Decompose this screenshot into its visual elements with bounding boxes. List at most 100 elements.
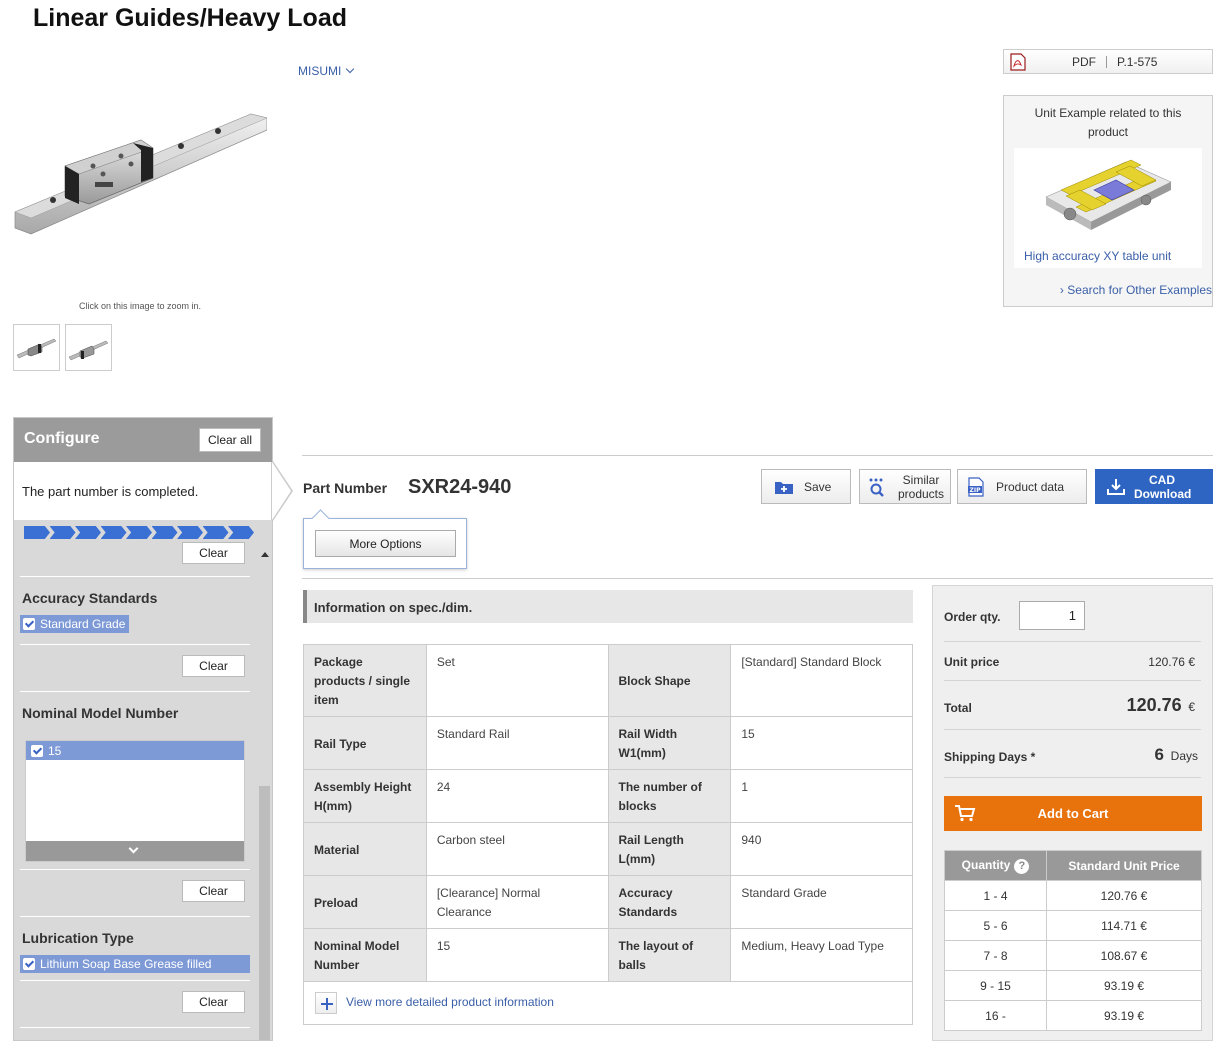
spec-value: Set [425,644,609,717]
progress-steps [24,526,260,539]
spec-section-header: Information on spec./dim. [303,590,913,623]
price-qty-range: 16 - [944,1000,1047,1031]
spec-key: Preload [303,875,427,929]
spec-value: 1 [730,769,913,823]
download-icon [1106,477,1126,497]
total-label: Total [944,701,972,715]
status-arrow-fill [272,462,291,520]
clear-button-nominal[interactable]: Clear [182,880,245,902]
group-title-nominal: Nominal Model Number [22,705,179,721]
pdf-button[interactable]: PDF P.1-575 [1003,49,1213,74]
thumbnail-2[interactable] [65,324,112,371]
progress-step [100,526,127,539]
completion-text: The part number is completed. [22,484,199,499]
spec-section-title: Information on spec./dim. [314,600,473,615]
progress-step [228,526,254,539]
progress-step [75,526,101,539]
listbox-item-selected[interactable]: 15 [26,741,244,760]
brand-dropdown[interactable]: MISUMI [298,64,355,78]
clear-button[interactable]: Clear [182,542,245,564]
unit-example-card[interactable]: High accuracy XY table unit [1014,148,1202,268]
cad-download-button[interactable]: CAD Download [1095,469,1213,504]
shipping-row: Shipping Days * 6 Days [944,730,1201,778]
divider [1106,55,1107,68]
search-other-examples-link[interactable]: › Search for Other Examples [1060,283,1212,297]
similar-products-button[interactable]: Similar products [859,469,951,504]
spec-key: Assembly Height H(mm) [303,769,427,823]
view-more-info-link[interactable]: View more detailed product information [346,995,554,1009]
save-label: Save [804,479,832,494]
unit-example-title: Unit Example related to this product [1034,106,1182,139]
spec-value: [Standard] Standard Block [730,644,913,717]
zoom-hint: Click on this image to zoom in. [78,301,202,311]
part-number-label: Part Number [303,480,388,496]
shipping-days-value: 6 [1154,745,1164,764]
price-qty-range: 1 - 4 [944,880,1047,911]
similar-products-label: Similar products [897,472,945,501]
price-table: Quantity? Standard Unit Price 1 - 4 120.7… [944,850,1202,1031]
spec-value: [Clearance] Normal Clearance [425,875,609,929]
help-icon[interactable]: ? [1014,858,1030,874]
product-data-button[interactable]: ZIP Product data [957,469,1087,504]
shipping-days-unit: Days [1170,749,1198,763]
spec-key: Rail Type [303,716,427,770]
spec-key: Block Shape [607,644,732,717]
divider [20,691,250,692]
configure-title: Configure [24,430,100,447]
unit-price-label: Unit price [944,655,1000,669]
scrollbar-thumb[interactable] [259,786,270,1040]
clear-button-lubrication[interactable]: Clear [182,991,245,1013]
shipping-days: 6 Days [1155,745,1198,765]
unit-example-link[interactable]: High accuracy XY table unit [1024,249,1171,263]
scroll-up-icon[interactable] [261,552,269,557]
product-image[interactable] [13,100,268,242]
shipping-label: Shipping Days * [944,750,1036,764]
chip-accuracy-standard-grade[interactable]: Standard Grade [20,615,130,633]
page-title: Linear Guides/Heavy Load [33,4,347,32]
unit-example-panel: Unit Example related to this product Hig… [1003,95,1213,307]
pdf-icon [1010,52,1026,71]
spec-row: Preload [Clearance] Normal Clearance Accur… [303,875,913,929]
thumbnail-1[interactable] [13,324,60,371]
price-col-qty: Quantity? [944,850,1047,881]
spec-table: Package products / single item Set Block S… [303,644,913,982]
nominal-model-listbox[interactable]: 15 [25,740,245,862]
spec-row: Package products / single item Set Block S… [303,644,913,717]
scrollbar[interactable] [257,546,272,1040]
spec-value: Standard Grade [730,875,913,929]
plus-icon[interactable] [315,992,337,1014]
clear-button-accuracy[interactable]: Clear [182,655,245,677]
brand-label: MISUMI [298,64,342,78]
divider [302,578,1213,579]
price-value: 120.76 € [1046,880,1202,911]
spec-value: Medium, Heavy Load Type [730,928,913,982]
add-to-cart-button[interactable]: Add to Cart [944,796,1202,831]
spec-key: The layout of balls [607,928,732,982]
spec-key: Rail Length L(mm) [607,822,732,876]
order-qty-input[interactable] [1019,601,1085,630]
spec-value: Carbon steel [425,822,609,876]
listbox-expand[interactable] [26,841,244,861]
progress-step [177,526,203,539]
more-info-row: View more detailed product information [303,982,913,1025]
total-amount: 120.76 € [1127,695,1195,716]
checkbox-checked-icon [23,958,35,970]
more-options-button[interactable]: More Options [315,530,456,557]
price-row: 5 - 6 114.71 € [944,910,1202,941]
chip-lubrication[interactable]: Lithium Soap Base Grease filled [20,955,250,973]
spec-key: Rail Width W1(mm) [607,716,732,770]
cad-download-label: CAD Download [1134,472,1192,501]
total-value: 120.76 [1126,695,1182,715]
folder-add-icon [774,477,794,497]
chevron-down-icon [346,64,355,74]
spec-value: Standard Rail [425,716,609,770]
clear-all-button[interactable]: Clear all [199,428,261,452]
add-to-cart-label: Add to Cart [1037,806,1109,821]
spec-key: Nominal Model Number [303,928,427,982]
divider [20,980,250,981]
progress-step [126,526,152,539]
save-button[interactable]: Save [761,469,851,504]
spec-value: 15 [730,716,913,770]
pdf-page: P.1-575 [1117,54,1158,69]
price-value: 108.67 € [1046,940,1202,971]
